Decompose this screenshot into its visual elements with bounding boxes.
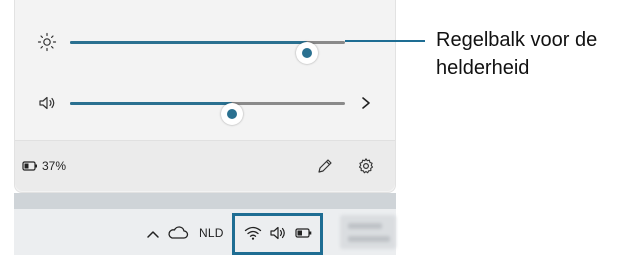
taskbar-edge <box>14 193 396 209</box>
pencil-icon[interactable] <box>316 157 334 175</box>
battery-percentage: 37% <box>42 159 67 173</box>
clock-area[interactable] <box>340 215 396 249</box>
volume-slider-fill <box>70 102 233 105</box>
speaker-icon[interactable] <box>269 225 287 241</box>
gear-icon[interactable] <box>357 157 375 175</box>
callout-line <box>345 40 425 42</box>
battery-status[interactable]: 37% <box>22 157 66 175</box>
battery-icon[interactable] <box>295 226 313 240</box>
brightness-slider[interactable] <box>70 41 345 64</box>
chevron-right-icon[interactable] <box>358 94 374 112</box>
callout-label-line-1: Regelbalk voor de <box>436 29 598 51</box>
panel-footer <box>15 141 395 191</box>
volume-slider[interactable] <box>70 102 345 125</box>
brightness-slider-thumb[interactable] <box>295 42 318 64</box>
wifi-icon[interactable] <box>244 225 262 241</box>
battery-icon <box>22 161 37 171</box>
chevron-up-icon[interactable] <box>145 227 161 241</box>
quick-settings-panel <box>14 0 396 193</box>
brightness-slider-row <box>15 30 397 64</box>
brightness-slider-fill <box>70 41 307 44</box>
callout-label: Regelbalk voor de helderheid <box>436 26 641 82</box>
sun-icon <box>37 32 57 52</box>
volume-slider-row <box>15 91 397 125</box>
onedrive-cloud-icon[interactable] <box>167 225 189 241</box>
language-indicator[interactable]: NLD <box>199 226 224 240</box>
callout-label-line-2: helderheid <box>436 57 530 79</box>
volume-slider-thumb[interactable] <box>221 103 244 125</box>
speaker-icon[interactable] <box>37 93 57 113</box>
